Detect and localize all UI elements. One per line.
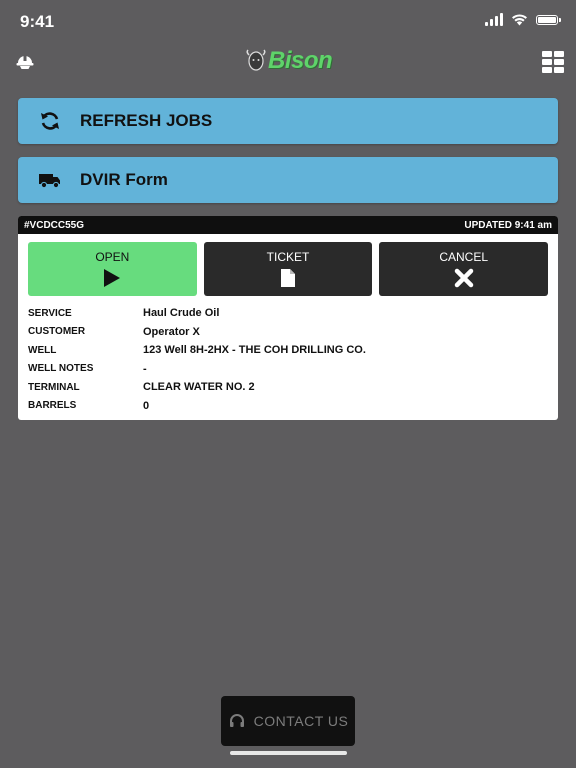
helmet-icon[interactable]: [14, 50, 36, 72]
open-button[interactable]: OPEN: [28, 242, 197, 296]
refresh-jobs-button[interactable]: REFRESH JOBS: [18, 98, 558, 144]
detail-row-terminal: TERMINAL CLEAR WATER NO. 2: [28, 378, 558, 397]
contact-us-button[interactable]: CONTACT US: [221, 696, 355, 746]
detail-row-well: WELL 123 Well 8H-2HX - THE COH DRILLING …: [28, 341, 558, 360]
cellular-signal-icon: [485, 13, 503, 26]
detail-row-barrels: BARRELS 0: [28, 397, 558, 416]
detail-row-service: SERVICE Haul Crude Oil: [28, 304, 558, 323]
detail-key: WELL NOTES: [28, 363, 94, 375]
detail-key: TERMINAL: [28, 381, 80, 393]
dvir-form-label: DVIR Form: [80, 170, 168, 189]
document-icon: [280, 268, 296, 288]
home-indicator[interactable]: [230, 751, 347, 755]
ticket-button[interactable]: TICKET: [203, 242, 373, 296]
logo-text: Bison: [268, 47, 333, 74]
cancel-button[interactable]: CANCEL: [379, 242, 549, 296]
headset-icon: [229, 714, 244, 727]
open-label: OPEN: [95, 250, 130, 264]
dvir-form-button[interactable]: DVIR Form: [18, 157, 558, 203]
job-card-header: #VCDCC55G UPDATED 9:41 am: [18, 216, 558, 234]
status-icons: [485, 13, 561, 26]
grid-menu-icon[interactable]: [542, 51, 564, 73]
detail-value: 0: [143, 399, 150, 412]
detail-value: Operator X: [143, 325, 200, 338]
truck-icon: [35, 168, 65, 192]
contact-us-label: CONTACT US: [253, 713, 349, 729]
detail-row-customer: CUSTOMER Operator X: [28, 323, 558, 342]
wifi-icon: [512, 14, 527, 26]
bison-head-icon: [246, 49, 266, 71]
detail-key: CUSTOMER: [28, 326, 86, 338]
job-id: #VCDCC55G: [24, 219, 85, 231]
job-updated-time: UPDATED 9:41 am: [464, 219, 552, 231]
status-bar: 9:41: [0, 0, 576, 44]
job-details: SERVICE Haul Crude Oil CUSTOMER Operator…: [18, 296, 558, 415]
detail-key: SERVICE: [28, 307, 72, 319]
detail-key: WELL: [28, 344, 57, 356]
refresh-jobs-label: REFRESH JOBS: [80, 111, 213, 130]
status-time: 9:41: [20, 12, 55, 31]
ticket-label: TICKET: [266, 250, 310, 264]
top-bar: Bison: [0, 44, 576, 80]
refresh-icon: [35, 109, 65, 133]
play-icon: [103, 268, 121, 288]
detail-value: -: [143, 362, 147, 375]
x-icon: [454, 268, 474, 288]
battery-icon: [536, 14, 561, 25]
detail-value: CLEAR WATER NO. 2: [143, 381, 255, 394]
detail-key: BARRELS: [28, 400, 77, 412]
job-card: #VCDCC55G UPDATED 9:41 am OPEN TICKET CA…: [18, 216, 558, 420]
detail-value: 123 Well 8H-2HX - THE COH DRILLING CO.: [143, 344, 366, 357]
job-buttons: OPEN TICKET CANCEL: [18, 234, 558, 296]
detail-value: Haul Crude Oil: [143, 307, 220, 320]
cancel-label: CANCEL: [439, 250, 489, 264]
detail-row-well-notes: WELL NOTES -: [28, 360, 558, 379]
bison-logo: Bison: [246, 44, 333, 78]
